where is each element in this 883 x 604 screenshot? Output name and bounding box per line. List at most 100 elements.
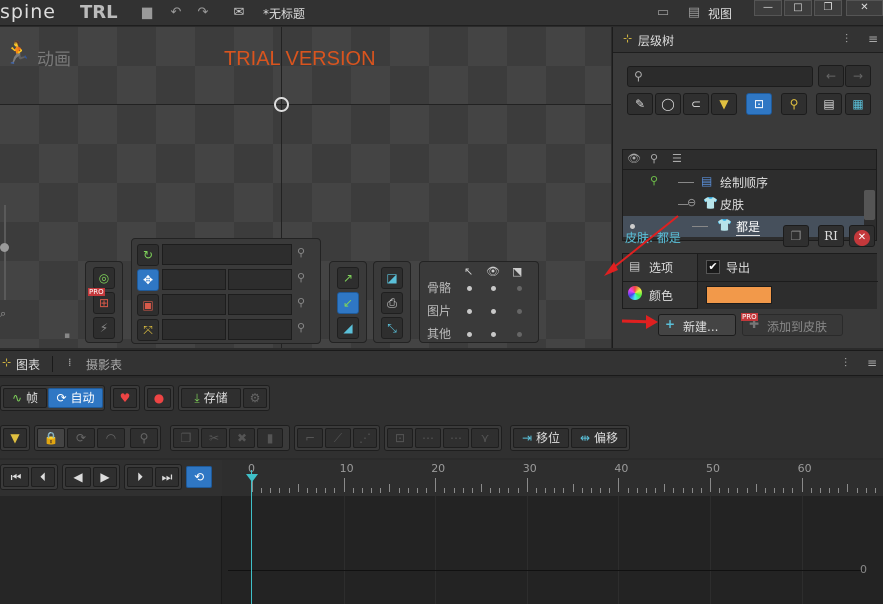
duplicate-button[interactable]: ❐	[783, 225, 809, 247]
rotate-tool-icon[interactable]: ↻	[137, 244, 159, 266]
shear-tool-icon[interactable]: ⤧	[137, 319, 159, 341]
bones-label-toggle[interactable]	[517, 286, 522, 291]
tree-row-draw-order[interactable]: ⚲ ▤ 绘制顺序	[623, 172, 864, 193]
images-label-toggle[interactable]	[517, 309, 522, 314]
images-compensate-icon[interactable]: ⎙	[381, 292, 403, 314]
scale-y-field[interactable]	[228, 294, 292, 315]
prev-result-button[interactable]: ←	[818, 65, 844, 87]
shear-y-field[interactable]	[228, 319, 292, 340]
panel-settings-icon[interactable]: ⫶	[845, 32, 848, 47]
translate-link-icon[interactable]: ⚲	[297, 271, 305, 284]
offset-button[interactable]: ⇹ 偏移	[571, 428, 627, 448]
jump-start-icon[interactable]: ⏮	[3, 467, 29, 487]
key-icon[interactable]: ⚲	[650, 174, 658, 187]
scale-x-field[interactable]	[162, 294, 226, 315]
stepped-icon[interactable]: ⌐	[297, 428, 323, 448]
lock-icon[interactable]: ▪	[64, 331, 70, 341]
dock-menu-icon[interactable]: ≡	[867, 356, 877, 370]
window-icon[interactable]: ▭	[653, 3, 673, 23]
viewport[interactable]: 🏃 动画 TRIAL VERSION ⌕ ▪ ◎ ⊞ PRO ⚡ ↻ ⚲ ✥ ⚲…	[0, 27, 611, 348]
bones-select-toggle[interactable]	[467, 286, 472, 291]
circle-filter-icon[interactable]: ◯	[655, 93, 681, 115]
handle-auto-icon[interactable]: ⊡	[387, 428, 413, 448]
other-select-toggle[interactable]	[467, 332, 472, 337]
restore-button[interactable]: ❐	[814, 0, 842, 16]
other-compensate-icon[interactable]: ⤡	[381, 317, 403, 339]
scale-tool-icon[interactable]: ▣	[137, 294, 159, 316]
frame-button[interactable]: ∿ 帧	[3, 388, 47, 408]
tab-graph[interactable]: 图表	[16, 356, 40, 373]
step-forward-icon[interactable]: ⏵	[127, 467, 153, 487]
search-box[interactable]: ⚲	[627, 66, 813, 87]
handle-align-icon[interactable]: ⋯	[443, 428, 469, 448]
cut-icon[interactable]: ✂	[201, 428, 227, 448]
minimize-button[interactable]: —	[754, 0, 782, 16]
store-options-icon[interactable]: ⚙	[243, 388, 267, 408]
jump-end-icon[interactable]: ⏭	[155, 467, 179, 487]
heart-icon[interactable]: ♥	[113, 388, 137, 408]
store-button[interactable]: ⤓ 存储	[181, 388, 241, 408]
focus-selection-icon[interactable]: ⊡	[746, 93, 772, 115]
translate-y-field[interactable]	[228, 269, 292, 290]
collapse-icon[interactable]: ▤	[816, 93, 842, 115]
step-back-icon[interactable]: ⏴	[31, 467, 55, 487]
play-icon[interactable]: ▶	[93, 467, 117, 487]
redo-icon[interactable]: ↷	[193, 3, 213, 23]
other-visible-toggle[interactable]	[491, 332, 496, 337]
view-icon[interactable]: ▤	[684, 3, 704, 23]
local-axis-icon[interactable]: ↗	[337, 267, 359, 289]
world-axis-icon[interactable]: ◢	[337, 317, 359, 339]
rotate-link-icon[interactable]: ⚲	[297, 246, 305, 259]
translate-x-field[interactable]	[162, 269, 226, 290]
panel-menu-icon[interactable]: ≡	[868, 32, 878, 46]
linear-icon[interactable]: ⟋	[325, 428, 351, 448]
open-folder-icon[interactable]: ▆	[137, 3, 157, 23]
auto-key-button[interactable]: ⟳ 自动	[48, 388, 103, 408]
mail-icon[interactable]: ✉	[229, 3, 249, 23]
images-select-toggle[interactable]	[467, 309, 472, 314]
color-swatch[interactable]	[706, 286, 772, 304]
other-label-toggle[interactable]	[517, 332, 522, 337]
handle-free-icon[interactable]: ⋯	[415, 428, 441, 448]
zoom-icon[interactable]: ⌕	[0, 307, 6, 321]
play-reverse-icon[interactable]: ◀	[65, 467, 91, 487]
pose-tool-icon[interactable]: ◎	[93, 267, 115, 289]
loop-toggle-icon[interactable]: ⟲	[186, 466, 212, 488]
timeline-cursor[interactable]	[251, 470, 252, 604]
next-result-button[interactable]: →	[845, 65, 871, 87]
export-checkbox[interactable]: ✔	[706, 260, 720, 274]
wave-icon[interactable]: ◠	[97, 428, 125, 448]
brush-filter-icon[interactable]: ✎	[627, 93, 653, 115]
bones-visible-toggle[interactable]	[491, 286, 496, 291]
timeline-cursor-handle[interactable]	[246, 474, 258, 482]
search-input[interactable]	[650, 68, 810, 85]
find-icon[interactable]: ⚲	[781, 93, 807, 115]
collapse-arrow-icon[interactable]: ⊖	[687, 196, 696, 209]
delete-button[interactable]: ✕	[849, 225, 875, 247]
view-menu[interactable]: 视图	[708, 5, 732, 22]
filter-icon[interactable]: ▼	[711, 93, 737, 115]
link-icon[interactable]: ⚲	[130, 428, 158, 448]
zoom-slider[interactable]: ⌕	[0, 177, 12, 342]
graph-filter-icon[interactable]: ▼	[3, 428, 27, 448]
handle-break-icon[interactable]: ⋎	[471, 428, 499, 448]
shear-x-field[interactable]	[162, 319, 226, 340]
delete-key-icon[interactable]: ✖	[229, 428, 255, 448]
rotate-field[interactable]	[162, 244, 292, 265]
bones-compensate-icon[interactable]: ◪	[381, 267, 403, 289]
bezier-icon[interactable]: ⋰	[353, 428, 377, 448]
parent-axis-icon[interactable]: ↙	[337, 292, 359, 314]
tab-dopesheet[interactable]: 摄影表	[86, 356, 122, 373]
scale-link-icon[interactable]: ⚲	[297, 296, 305, 309]
undo-icon[interactable]: ↶	[166, 3, 186, 23]
images-visible-toggle[interactable]	[491, 309, 496, 314]
paste-icon[interactable]: ▮	[257, 428, 283, 448]
clip-filter-icon[interactable]: ⊂	[683, 93, 709, 115]
loop-icon[interactable]: ⟳	[67, 428, 95, 448]
expand-icon[interactable]: ▦	[845, 93, 871, 115]
record-icon[interactable]: ●	[147, 388, 171, 408]
close-button[interactable]: ✕	[846, 0, 883, 16]
hierarchy-tab[interactable]: 层级树	[638, 32, 674, 49]
lock-toggle-icon[interactable]: 🔒	[37, 428, 65, 448]
rename-button[interactable]: RI	[818, 225, 844, 247]
